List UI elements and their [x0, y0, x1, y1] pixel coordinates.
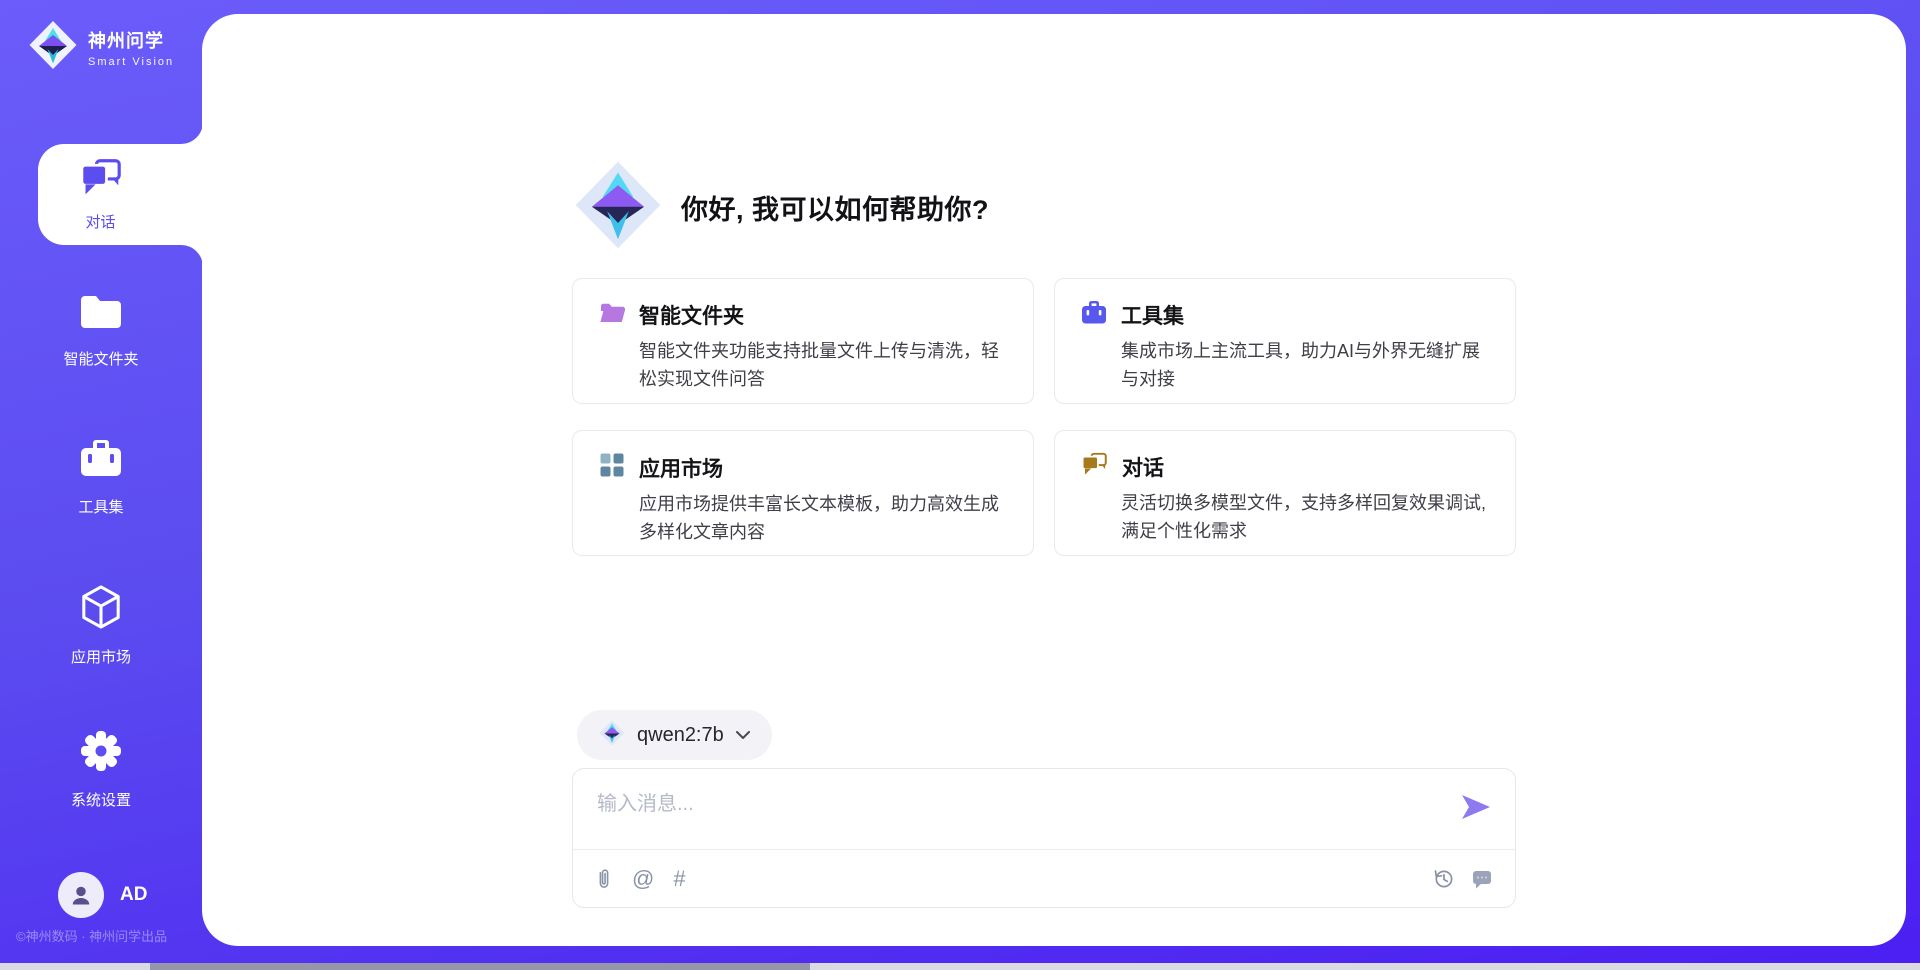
sidebar-item-chat[interactable]: 对话 [38, 144, 203, 245]
scrollbar-thumb[interactable] [150, 963, 810, 970]
topic-button[interactable]: # [673, 868, 685, 890]
sidebar-item-app-market[interactable]: 应用市场 [0, 584, 202, 667]
person-icon [68, 882, 94, 908]
app-window: 你好, 我可以如何帮助你? 智能文件夹 智能文件夹功能支持批量文件上传与清洗，轻… [0, 0, 1920, 970]
card-title: 对话 [1122, 452, 1164, 482]
card-desc: 集成市场上主流工具，助力AI与外界无缝扩展与对接 [1121, 337, 1489, 393]
card-title: 应用市场 [639, 453, 723, 483]
main-panel: 你好, 我可以如何帮助你? 智能文件夹 智能文件夹功能支持批量文件上传与清洗，轻… [202, 14, 1906, 946]
message-input[interactable] [573, 769, 1515, 849]
user-profile[interactable]: AD [58, 872, 147, 918]
avatar [58, 872, 104, 918]
copyright-text: ©神州数码 · 神州问学出品 [16, 926, 167, 945]
grid-icon [599, 452, 625, 483]
horizontal-scrollbar[interactable] [0, 963, 1920, 970]
attachment-button[interactable] [595, 867, 613, 891]
card-desc: 灵活切换多模型文件，支持多样回复效果调试,满足个性化需求 [1121, 489, 1489, 545]
app-subtitle: Smart Vision [88, 56, 174, 68]
gear-icon [79, 729, 123, 778]
sidebar-item-label: 系统设置 [71, 789, 131, 810]
folder-icon [78, 292, 124, 337]
card-smart-folder[interactable]: 智能文件夹 智能文件夹功能支持批量文件上传与清洗，轻松实现文件问答 [572, 278, 1034, 404]
card-desc: 应用市场提供丰富长文本模板，助力高效生成多样化文章内容 [639, 490, 1007, 546]
card-desc: 智能文件夹功能支持批量文件上传与清洗，轻松实现文件问答 [639, 337, 1007, 393]
sidebar-item-settings[interactable]: 系统设置 [0, 729, 202, 810]
send-icon [1461, 794, 1491, 820]
chat-bubbles-icon [1081, 452, 1108, 482]
app-logo: 神州问学 Smart Vision [28, 20, 174, 75]
greeting-block: 你好, 我可以如何帮助你? [573, 160, 989, 255]
sidebar: 神州问学 Smart Vision 对话 智能文件夹 [0, 0, 202, 970]
history-icon [1433, 868, 1454, 889]
brand-diamond-logo-icon [573, 160, 663, 255]
paperclip-icon [595, 867, 613, 891]
sidebar-item-label: 对话 [85, 211, 115, 232]
cube-icon [80, 584, 122, 635]
card-title: 智能文件夹 [639, 300, 744, 330]
card-app-market[interactable]: 应用市场 应用市场提供丰富长文本模板，助力高效生成多样化文章内容 [572, 430, 1034, 556]
feature-cards: 智能文件夹 智能文件夹功能支持批量文件上传与清洗，轻松实现文件问答 [572, 278, 1516, 556]
sidebar-item-smart-folder[interactable]: 智能文件夹 [0, 292, 202, 369]
feedback-button[interactable] [1471, 869, 1493, 889]
message-composer: @ # [572, 768, 1516, 908]
sidebar-item-label: 应用市场 [71, 646, 131, 667]
chat-bubbles-icon [79, 158, 123, 203]
card-chat[interactable]: 对话 灵活切换多模型文件，支持多样回复效果调试,满足个性化需求 [1054, 430, 1516, 556]
app-name: 神州问学 [88, 27, 174, 53]
send-button[interactable] [1461, 794, 1491, 820]
sidebar-item-label: 工具集 [78, 496, 123, 517]
briefcase-icon [1081, 300, 1107, 330]
briefcase-icon [78, 438, 124, 485]
model-name: qwen2:7b [637, 724, 724, 747]
sidebar-item-label: 智能文件夹 [63, 348, 138, 369]
mention-button[interactable]: @ [632, 868, 654, 890]
diamond-logo-icon [28, 20, 78, 75]
greeting-title: 你好, 我可以如何帮助你? [681, 188, 989, 227]
user-initials: AD [120, 884, 147, 906]
card-toolset[interactable]: 工具集 集成市场上主流工具，助力AI与外界无缝扩展与对接 [1054, 278, 1516, 404]
history-button[interactable] [1433, 868, 1454, 889]
sidebar-item-toolset[interactable]: 工具集 [0, 438, 202, 517]
folder-open-icon [599, 301, 625, 329]
diamond-logo-icon [599, 720, 625, 751]
composer-toolbar: @ # [573, 849, 1515, 907]
model-selector[interactable]: qwen2:7b [577, 710, 772, 760]
card-title: 工具集 [1121, 300, 1184, 330]
chat-bubble-icon [1471, 869, 1493, 889]
chevron-down-icon [736, 726, 750, 744]
